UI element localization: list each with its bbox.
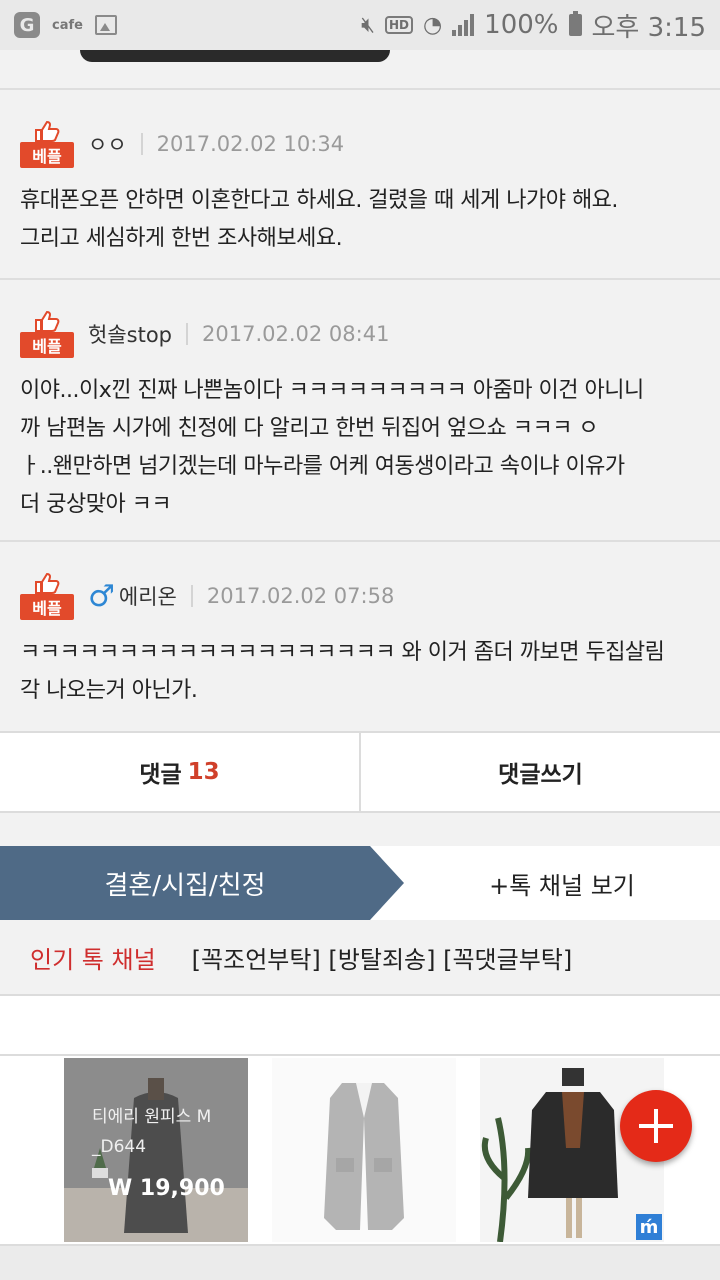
comment-text: ㅋㅋㅋㅋㅋㅋㅋㅋㅋㅋㅋㅋㅋㅋㅋㅋㅋㅋㅋ 와 이거 좀더 까보면 두집살림 각 나… <box>20 640 665 703</box>
comments-count-button[interactable]: 댓글 13 <box>0 733 359 811</box>
divider <box>190 585 193 607</box>
thumbs-up-icon <box>35 572 60 594</box>
comment-date: 2017.02.02 10:34 <box>156 132 345 156</box>
product-image <box>272 1058 456 1242</box>
comment-tabs: 댓글 13 댓글쓰기 <box>0 731 720 813</box>
clock: 오후 3:15 <box>591 12 707 43</box>
product-card[interactable] <box>272 1058 456 1242</box>
best-reply-badge: 베플 <box>20 120 74 168</box>
comment-item: 베플 ♂ 에리온 2017.02.02 07:58 ㅋㅋㅋㅋㅋㅋㅋㅋㅋㅋㅋㅋㅋㅋ… <box>0 542 720 731</box>
comment-author[interactable]: ㅇㅇ <box>88 129 127 159</box>
product-ads: 티에리 원피스 M _D644 W 19,900 ḿ <box>0 1056 720 1244</box>
popular-channels: 인기 톡 채널 [꼭조언부탁] [방탈죄송] [꼭댓글부탁] <box>0 920 720 996</box>
product-card[interactable]: 티에리 원피스 M _D644 W 19,900 <box>64 1058 248 1242</box>
comment-date: 2017.02.02 07:58 <box>206 584 395 608</box>
popular-label: 인기 톡 채널 <box>30 945 156 974</box>
thumbs-up-icon <box>35 120 60 142</box>
bottom-strip <box>0 1244 720 1280</box>
comment-text: 휴대폰오픈 안하면 이혼한다고 하세요. 걸렸을 때 세게 나가야 해요. 그리… <box>20 188 618 251</box>
spacer <box>0 996 720 1056</box>
add-fab-button[interactable] <box>620 1090 692 1162</box>
divider <box>186 323 188 345</box>
comment-item: 베플 헛솔stop 2017.02.02 08:41 이야...이x낀 진짜 나… <box>0 280 720 542</box>
product-code: _D644 <box>92 1137 147 1157</box>
best-reply-badge: 베플 <box>20 572 74 620</box>
hd-icon: HD <box>384 16 413 34</box>
battery-icon <box>568 11 582 36</box>
signal-icon <box>452 14 475 36</box>
comment-item: 베플 ㅇㅇ 2017.02.02 10:34 휴대폰오픈 안하면 이혼한다고 하… <box>0 90 720 280</box>
comment-count: 13 <box>187 759 220 785</box>
thumbs-up-icon <box>35 310 60 332</box>
comment-author[interactable]: ♂ 에리온 <box>88 579 177 614</box>
male-icon: ♂ <box>88 578 115 614</box>
write-comment-button[interactable]: 댓글쓰기 <box>359 733 720 811</box>
mute-icon: 🔇︎ <box>361 12 375 38</box>
channel-bar: 결혼/시집/친정 +톡 채널 보기 <box>0 846 720 920</box>
post-image-remnant <box>0 50 720 90</box>
ad-mark-icon[interactable]: ḿ <box>636 1214 662 1240</box>
view-talk-channels-link[interactable]: +톡 채널 보기 <box>404 846 720 920</box>
product-name: 티에리 원피스 M <box>92 1107 212 1127</box>
comment-author[interactable]: 헛솔stop <box>88 319 172 349</box>
popular-tags[interactable]: [꼭조언부탁] [방탈죄송] [꼭댓글부탁] <box>192 940 573 975</box>
comment-date: 2017.02.02 08:41 <box>202 322 390 346</box>
app-name: cafe <box>52 17 83 33</box>
wifi-icon: ◔ <box>422 12 443 38</box>
channel-category[interactable]: 결혼/시집/친정 <box>0 846 404 920</box>
product-price: W 19,900 <box>108 1176 225 1201</box>
divider <box>140 133 143 155</box>
status-bar: G cafe 🔇︎ HD ◔ 100% 오후 3:15 <box>0 0 720 50</box>
image-icon <box>94 15 117 35</box>
comment-text: 이야...이x낀 진짜 나쁜놈이다 ㅋㅋㅋㅋㅋㅋㅋㅋㅋ 아줌마 이건 아니니 까… <box>20 378 644 517</box>
app-logo-icon: G <box>14 12 40 38</box>
battery-percent: 100% <box>484 10 559 40</box>
best-reply-badge: 베플 <box>20 310 74 358</box>
